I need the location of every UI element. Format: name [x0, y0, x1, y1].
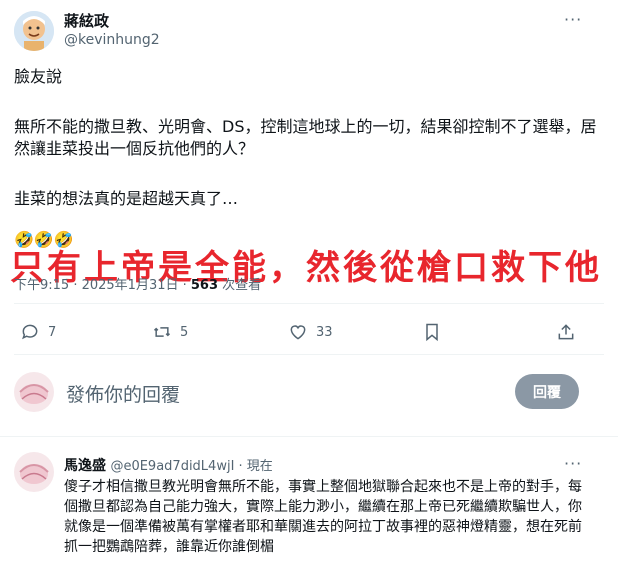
bookmark-action[interactable]: [422, 322, 450, 342]
author-avatar[interactable]: [14, 11, 54, 51]
post-paragraph-2: 無所不能的撒旦教、光明會、DS，控制這地球上的一切，結果卻控制不了選舉，居然讓韭…: [14, 117, 597, 158]
reply-more-options-icon[interactable]: ···: [564, 454, 582, 473]
bookmark-icon: [426, 323, 438, 342]
reply-author-name[interactable]: 馬逸盛: [64, 458, 106, 474]
author-name[interactable]: 蔣絃政: [64, 10, 109, 31]
divider: [14, 354, 604, 355]
post-meta: 下午9:15 · 2025年1月31日 · 563 次查看: [14, 274, 261, 293]
author-handle[interactable]: @kevinhung2: [64, 32, 160, 48]
reply-header: 馬逸盛 @e0E9ad7didL4wjI · 現在: [64, 455, 273, 475]
reply-icon: [22, 324, 38, 340]
reply-count: 7: [48, 324, 57, 340]
post-paragraph-1: 臉友說: [14, 67, 63, 86]
share-icon: [558, 324, 574, 340]
share-action[interactable]: [556, 322, 584, 342]
reply-input[interactable]: 發佈你的回覆: [66, 380, 486, 407]
retweet-count: 5: [180, 324, 189, 340]
reply-author-handle[interactable]: @e0E9ad7didL4wjI: [110, 459, 234, 474]
divider: [14, 303, 604, 304]
retweet-action[interactable]: 5: [152, 322, 188, 342]
reply-author-avatar[interactable]: [14, 452, 54, 492]
reply-text: 傻子才相信撒旦教光明會無所不能，事實上整個地獄聯合起來也不是上帝的對手，每個撒旦…: [64, 479, 582, 555]
views-label: 次查看: [218, 278, 262, 293]
user-avatar[interactable]: [14, 372, 54, 412]
like-count: 33: [316, 324, 333, 340]
reply-time[interactable]: · 現在: [234, 459, 273, 474]
retweet-icon: [153, 327, 171, 337]
heart-icon: [290, 325, 306, 340]
post-paragraph-3: 韭菜的想法真的是超越天真了…: [14, 189, 239, 208]
divider: [0, 436, 618, 437]
views-count: 563: [190, 278, 219, 293]
post-time[interactable]: 下午9:15 · 2025年1月31日 ·: [14, 278, 191, 293]
like-action[interactable]: 33: [288, 322, 333, 342]
reply-button[interactable]: 回覆: [515, 374, 579, 409]
reply-action[interactable]: 7: [20, 322, 56, 342]
more-options-icon[interactable]: ···: [564, 10, 582, 29]
